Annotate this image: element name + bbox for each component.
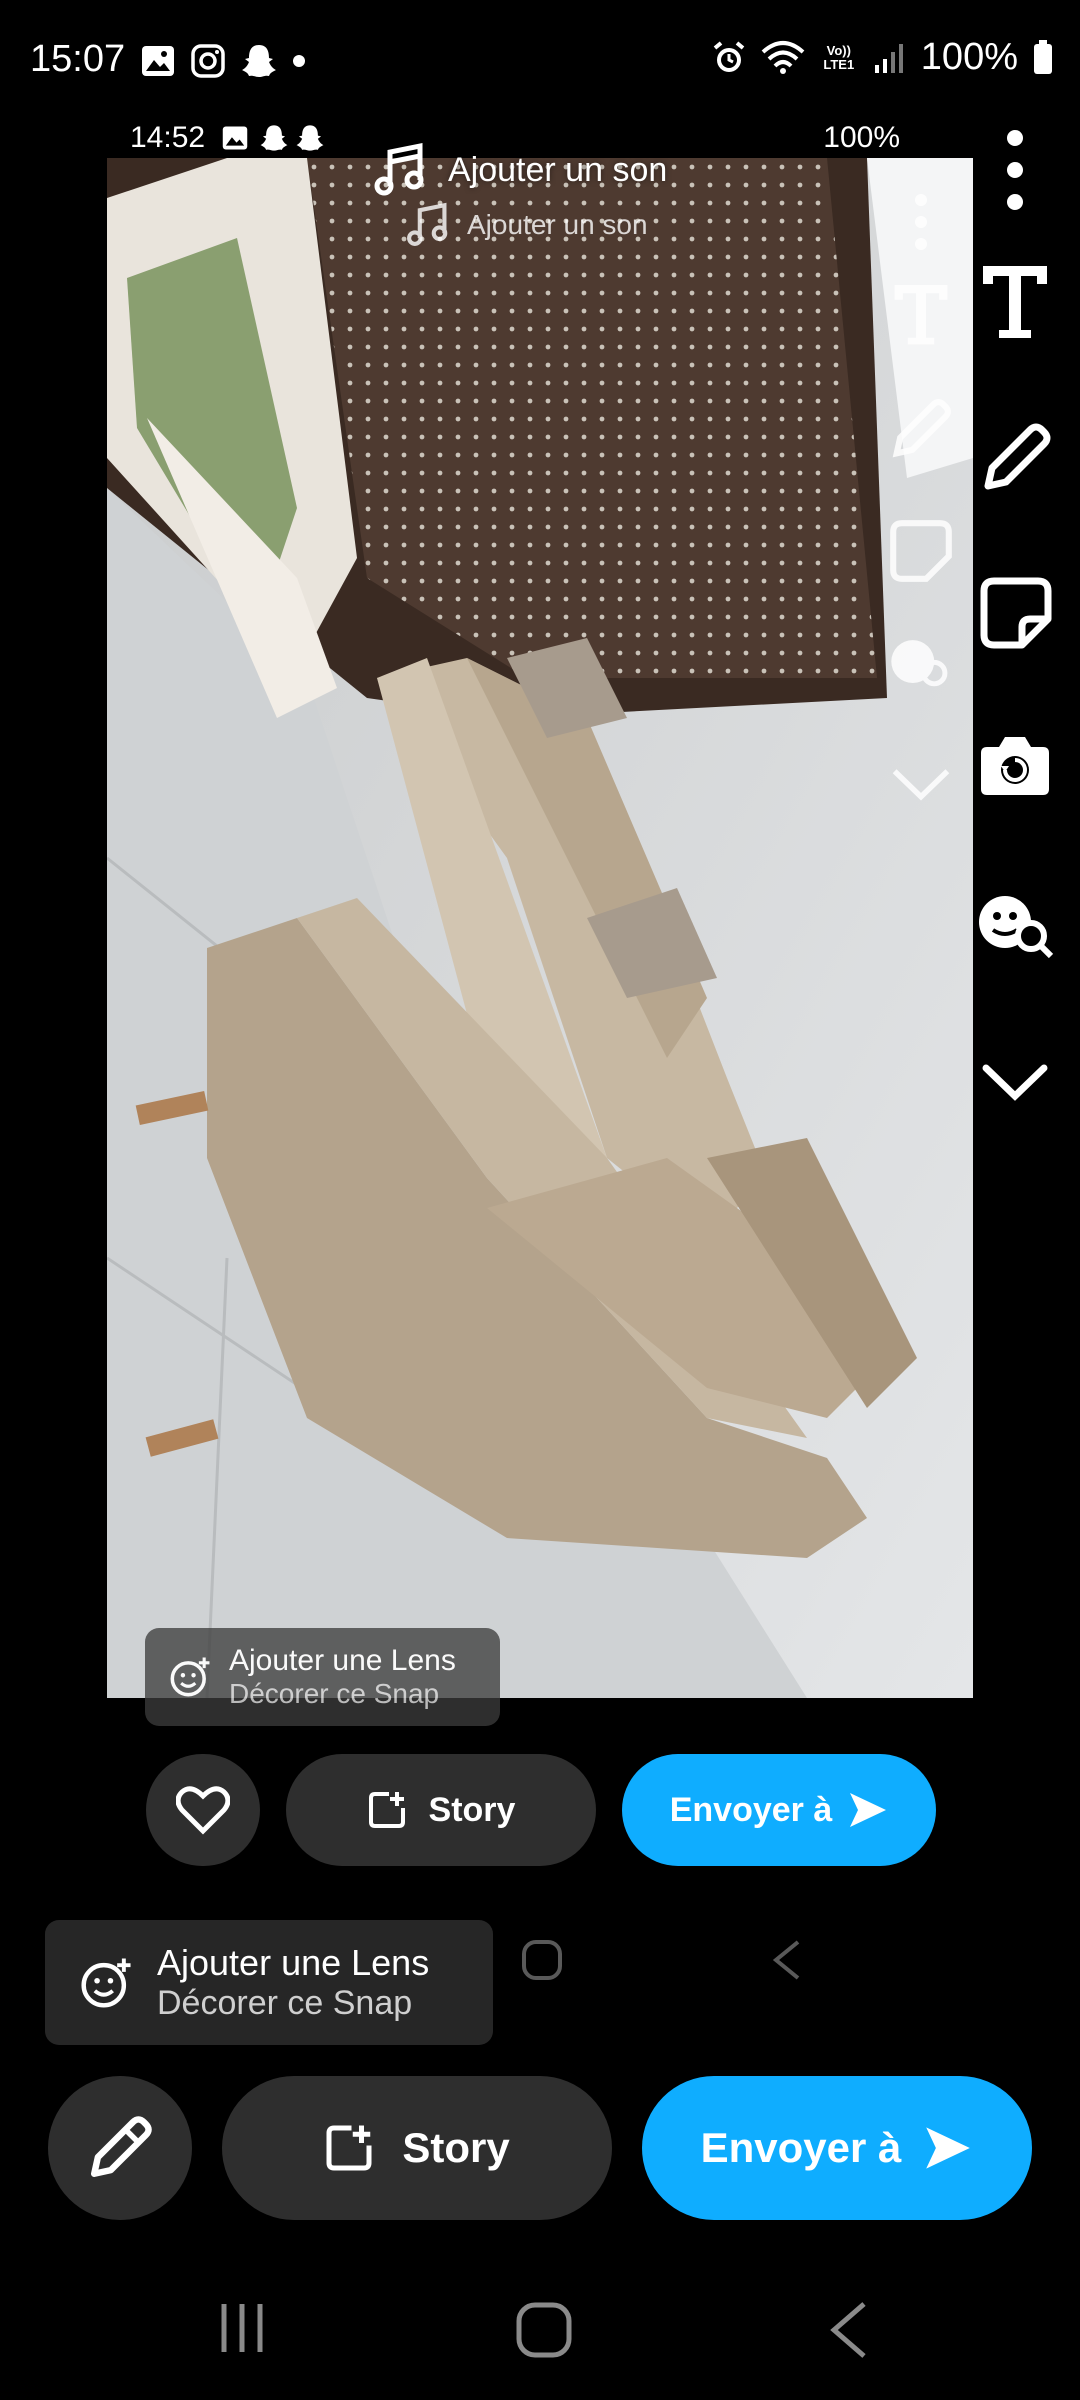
- sticker-icon: [980, 577, 1052, 649]
- nav-back-button[interactable]: [826, 2300, 870, 2360]
- inner-add-sound: Ajouter un son: [405, 202, 648, 248]
- inner-story-label: Story: [428, 1790, 516, 1829]
- snapchat-ghost-icon: [242, 45, 276, 77]
- recent-apps-icon: [221, 2304, 263, 2352]
- lens-subtitle: Décorer ce Snap: [157, 1984, 413, 2022]
- snap-photo[interactable]: [107, 158, 973, 1698]
- text-tool-button[interactable]: [975, 260, 1055, 340]
- snapchat-ghost-icon: [260, 125, 288, 151]
- inner-lens-title: Ajouter une Lens: [229, 1644, 456, 1677]
- music-note-icon: [407, 202, 448, 246]
- more-icon: [915, 194, 927, 250]
- lens-smile-icon: [81, 1957, 131, 2008]
- edit-button[interactable]: [48, 2076, 192, 2220]
- inner-toolbar: [888, 190, 954, 804]
- wifi-icon: [761, 40, 805, 74]
- back-icon: [772, 1940, 800, 1980]
- inner-send-label: Envoyer à: [669, 1790, 833, 1829]
- story-button[interactable]: Story: [222, 2076, 612, 2220]
- inner-story-button: Story: [286, 1754, 596, 1866]
- send-arrow-icon: [926, 2127, 971, 2169]
- inner-favorite-button: [146, 1754, 260, 1866]
- sticker-search-icon: [891, 640, 948, 687]
- network-type-label: Vo)) LTE1: [823, 42, 855, 72]
- story-label: Story: [402, 2124, 510, 2171]
- more-icon: [1007, 130, 1023, 210]
- pencil-icon: [90, 2116, 152, 2178]
- lens-title: Ajouter une Lens: [157, 1942, 430, 1983]
- gallery-icon: [222, 126, 248, 150]
- send-label: Envoyer à: [700, 2124, 902, 2171]
- instagram-icon: [191, 44, 225, 78]
- pencil-icon: [984, 423, 1051, 490]
- inner-battery-percent: 100%: [823, 121, 900, 154]
- sticker-icon: [890, 520, 952, 582]
- home-icon: [522, 1940, 562, 1980]
- room-image: [107, 158, 973, 1698]
- gallery-icon: [142, 46, 174, 76]
- heart-icon: [176, 1786, 230, 1835]
- music-note-icon: [374, 142, 424, 196]
- lens-camera-button[interactable]: [975, 725, 1055, 805]
- snapchat-ghost-icon: [296, 125, 324, 151]
- lens-smile-icon: [170, 1657, 210, 1697]
- chevron-down-icon: [892, 769, 950, 801]
- inner-send-button: Envoyer à: [622, 1754, 936, 1866]
- expand-tools-button[interactable]: [980, 1060, 1050, 1104]
- lens-camera-icon: [981, 737, 1049, 795]
- sticker-search-button[interactable]: [975, 890, 1055, 960]
- draw-tool-button[interactable]: [978, 420, 1054, 496]
- add-story-icon: [326, 2125, 372, 2171]
- status-right: Vo)) LTE1 100%: [711, 36, 1054, 79]
- status-time: 15:07: [30, 38, 126, 80]
- chevron-down-icon: [982, 1064, 1048, 1101]
- alarm-icon: [713, 40, 745, 72]
- text-icon: [894, 284, 948, 345]
- pencil-icon: [892, 399, 951, 458]
- nav-home-button[interactable]: [514, 2300, 574, 2360]
- battery-percent: 100%: [920, 36, 1018, 78]
- back-icon: [830, 2302, 866, 2358]
- inner-lens-subtitle: Décorer ce Snap: [229, 1678, 440, 1709]
- send-to-button[interactable]: Envoyer à: [642, 2076, 1032, 2220]
- text-icon: [983, 266, 1047, 338]
- nav-recent-apps-button[interactable]: [214, 2300, 270, 2356]
- home-icon: [516, 2302, 572, 2358]
- battery-icon: [1034, 39, 1052, 74]
- inner-add-lens: Ajouter une Lens Décorer ce Snap: [145, 1628, 500, 1726]
- signal-icon: [874, 43, 903, 73]
- add-sound-button[interactable]: Ajouter un son: [372, 142, 667, 198]
- inner-status-time: 14:52: [130, 121, 206, 154]
- sticker-tool-button[interactable]: [978, 575, 1054, 651]
- add-story-icon: [368, 1792, 405, 1828]
- sticker-search-icon: [979, 896, 1054, 959]
- add-sound-label: Ajouter un son: [448, 150, 668, 189]
- send-arrow-icon: [850, 1793, 887, 1827]
- add-lens-button[interactable]: Ajouter une Lens Décorer ce Snap: [45, 1920, 493, 2045]
- status-notification-icons: [140, 42, 306, 80]
- inner-add-sound-label: Ajouter un son: [467, 209, 648, 240]
- more-options-button[interactable]: [990, 128, 1040, 218]
- dot-icon: [293, 55, 305, 67]
